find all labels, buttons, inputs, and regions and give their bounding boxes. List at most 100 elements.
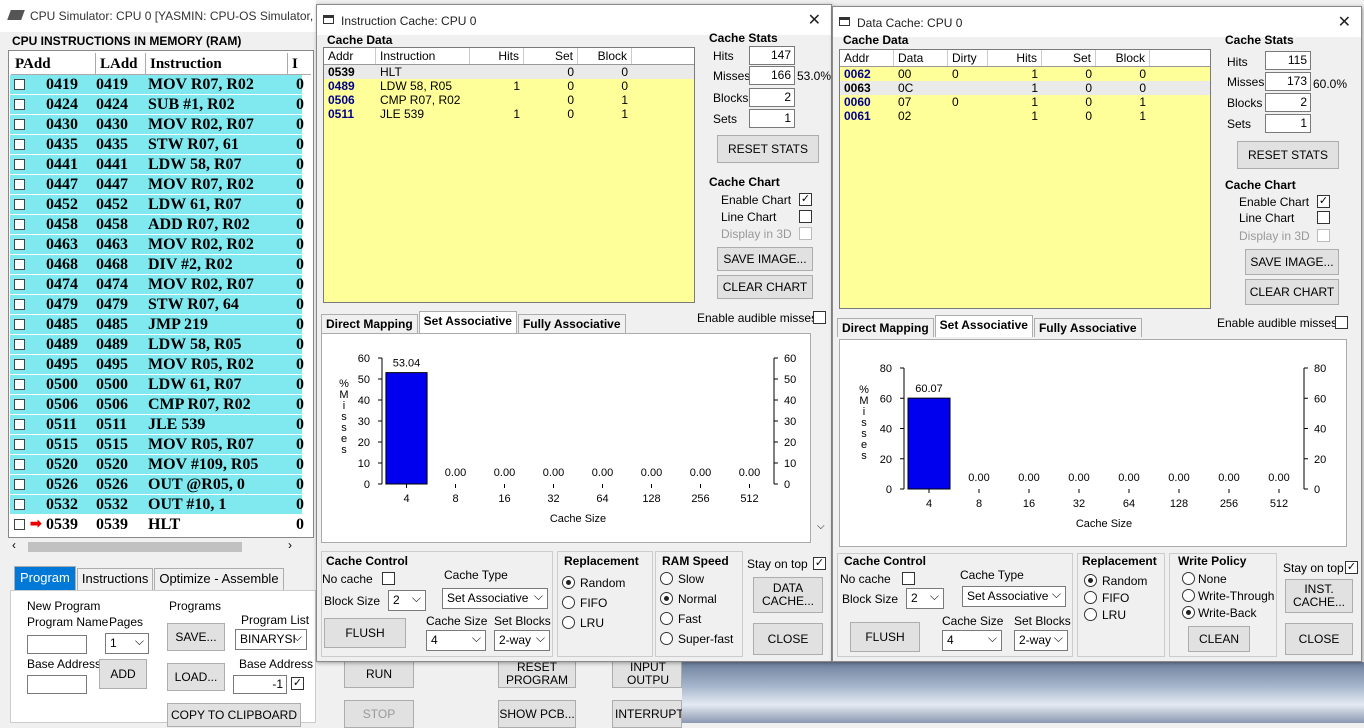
breakpoint-checkbox[interactable] — [14, 319, 25, 330]
program-list-select[interactable]: BINARYSI — [235, 628, 307, 650]
icache-grid[interactable]: Addr Instruction Hits Set Block 0539 HLT 0… — [323, 47, 695, 303]
ram-row[interactable]: 0463 0463 MOV R02, R02 0 — [10, 235, 304, 255]
breakpoint-checkbox[interactable] — [14, 99, 25, 110]
ram-row[interactable]: ➡ 0539 0539 HLT 0 — [10, 515, 304, 535]
ram-row[interactable]: 0458 0458 ADD R07, R02 0 — [10, 215, 304, 235]
random-radio[interactable] — [562, 576, 575, 589]
fifo-radio[interactable] — [1084, 591, 1097, 604]
load-button[interactable]: LOAD... — [167, 663, 225, 691]
misses-field[interactable]: 166 — [749, 66, 795, 85]
breakpoint-checkbox[interactable] — [14, 399, 25, 410]
breakpoint-checkbox[interactable] — [14, 279, 25, 290]
breakpoint-checkbox[interactable] — [14, 79, 25, 90]
flush-button[interactable]: FLUSH — [324, 618, 406, 648]
ram-row[interactable]: 0447 0447 MOV R07, R02 0 — [10, 175, 304, 195]
pages-select[interactable]: 1 — [105, 632, 149, 654]
breakpoint-checkbox[interactable] — [14, 159, 25, 170]
dcache-row[interactable]: 0061 02 1 0 1 — [840, 109, 1210, 123]
ram-row[interactable]: 0441 0441 LDW 58, R07 0 — [10, 155, 304, 175]
tab-set-associative[interactable]: Set Associative — [418, 311, 517, 333]
base-address-input[interactable] — [27, 675, 87, 694]
breakpoint-checkbox[interactable] — [14, 199, 25, 210]
scroll-right-icon[interactable]: › — [288, 538, 292, 552]
normal-radio[interactable] — [660, 592, 673, 605]
breakpoint-checkbox[interactable] — [14, 119, 25, 130]
save-image-button[interactable]: SAVE IMAGE... — [1245, 249, 1339, 275]
copy-clipboard-button[interactable]: COPY TO CLIPBOARD — [167, 703, 301, 727]
icache-close-button[interactable]: CLOSE — [753, 623, 823, 655]
ram-row[interactable]: 0435 0435 STW R07, 61 0 — [10, 135, 304, 155]
cache-type-select[interactable]: Set Associative — [442, 587, 548, 609]
ram-row[interactable]: 0511 0511 JLE 539 0 — [10, 415, 304, 435]
breakpoint-checkbox[interactable] — [14, 499, 25, 510]
breakpoint-checkbox[interactable] — [14, 459, 25, 470]
super-fast-radio[interactable] — [660, 632, 673, 645]
ram-row[interactable]: 0452 0452 LDW 61, R07 0 — [10, 195, 304, 215]
breakpoint-checkbox[interactable] — [14, 439, 25, 450]
breakpoint-checkbox[interactable] — [14, 259, 25, 270]
ram-row[interactable]: 0506 0506 CMP R07, R02 0 — [10, 395, 304, 415]
slow-radio[interactable] — [660, 572, 673, 585]
tab-direct-mapping[interactable]: Direct Mapping — [321, 314, 418, 333]
scroll-left-icon[interactable]: ‹ — [12, 538, 16, 552]
enable-chart-checkbox[interactable]: ✓ — [1317, 195, 1330, 208]
breakpoint-checkbox[interactable] — [14, 219, 25, 230]
program-name-input[interactable] — [27, 635, 87, 654]
dcache-close-button[interactable]: CLOSE — [1285, 623, 1353, 655]
none-radio[interactable] — [1182, 572, 1195, 585]
tab-program[interactable]: Program — [14, 566, 76, 590]
icache-row[interactable]: 0511 JLE 539 1 0 1 — [324, 107, 694, 121]
ram-row[interactable]: 0520 0520 MOV #109, R05 0 — [10, 455, 304, 475]
run-button[interactable]: RUN — [344, 660, 414, 688]
sets-field[interactable]: 1 — [1265, 114, 1311, 133]
ram-row[interactable]: 0479 0479 STW R07, 64 0 — [10, 295, 304, 315]
ram-row[interactable]: 0532 0532 OUT #10, 1 0 — [10, 495, 304, 515]
scroll-thumb[interactable] — [28, 542, 242, 552]
tab-fully-associative[interactable]: Fully Associative — [1033, 318, 1142, 337]
ram-row[interactable]: 0430 0430 MOV R02, R07 0 — [10, 115, 304, 135]
add-button[interactable]: ADD — [99, 659, 147, 689]
line-chart-checkbox[interactable] — [1317, 211, 1330, 224]
cache-type-select[interactable]: Set Associative — [962, 585, 1066, 607]
save-image-button[interactable]: SAVE IMAGE... — [717, 247, 813, 271]
input-output-button[interactable]: INPUT OUTPU — [612, 660, 682, 688]
clear-chart-button[interactable]: CLEAR CHART — [1245, 279, 1339, 305]
ram-row[interactable]: 0526 0526 OUT @R05, 0 0 — [10, 475, 304, 495]
stay-on-top-checkbox[interactable]: ✓ — [1345, 561, 1358, 574]
tab-direct-mapping[interactable]: Direct Mapping — [837, 318, 934, 337]
ram-row[interactable]: 0424 0424 SUB #1, R02 0 — [10, 95, 304, 115]
data-cache-button[interactable]: DATA CACHE... — [753, 577, 823, 613]
write-through-radio[interactable] — [1182, 589, 1195, 602]
flush-button[interactable]: FLUSH — [850, 622, 920, 652]
dcache-row[interactable]: 0062 00 0 1 0 0 — [840, 67, 1210, 81]
show-pcb-button[interactable]: SHOW PCB... — [498, 700, 576, 728]
breakpoint-checkbox[interactable] — [14, 299, 25, 310]
ram-row[interactable]: 0474 0474 MOV R02, R07 0 — [10, 275, 304, 295]
hits-field[interactable]: 147 — [749, 46, 795, 65]
save-button[interactable]: SAVE... — [167, 623, 225, 651]
breakpoint-checkbox[interactable] — [14, 359, 25, 370]
line-chart-checkbox[interactable] — [799, 210, 812, 223]
fifo-radio[interactable] — [562, 596, 575, 609]
set-blocks-select[interactable]: 2-way — [1014, 629, 1068, 651]
tab-set-associative[interactable]: Set Associative — [934, 315, 1033, 337]
tab-instructions[interactable]: Instructions — [76, 568, 154, 590]
icache-vscroll[interactable]: ⌵ — [815, 33, 829, 539]
hits-field[interactable]: 115 — [1265, 51, 1311, 70]
cache-size-select[interactable]: 4 — [942, 629, 1002, 651]
no-cache-checkbox[interactable] — [902, 572, 915, 585]
interrupt-button[interactable]: INTERRUPT — [612, 700, 684, 728]
icache-row[interactable]: 0506 CMP R07, R02 0 1 — [324, 93, 694, 107]
audible-misses-checkbox[interactable] — [1335, 316, 1348, 329]
random-radio[interactable] — [1084, 574, 1097, 587]
dcache-grid[interactable]: Addr Data Dirty Hits Set Block 0062 00 0 1 0… — [839, 49, 1211, 309]
tab-fully-associative[interactable]: Fully Associative — [517, 314, 626, 333]
reset-program-button[interactable]: RESET PROGRAM — [498, 660, 576, 688]
icache-row[interactable]: 0489 LDW 58, R05 1 0 0 — [324, 79, 694, 93]
fast-radio[interactable] — [660, 612, 673, 625]
dcache-row[interactable]: 0060 07 0 1 0 1 — [840, 95, 1210, 109]
enable-chart-checkbox[interactable]: ✓ — [799, 193, 812, 206]
close-icon[interactable]: ✕ — [808, 10, 821, 30]
breakpoint-checkbox[interactable] — [14, 479, 25, 490]
stop-button[interactable]: STOP — [344, 700, 414, 728]
